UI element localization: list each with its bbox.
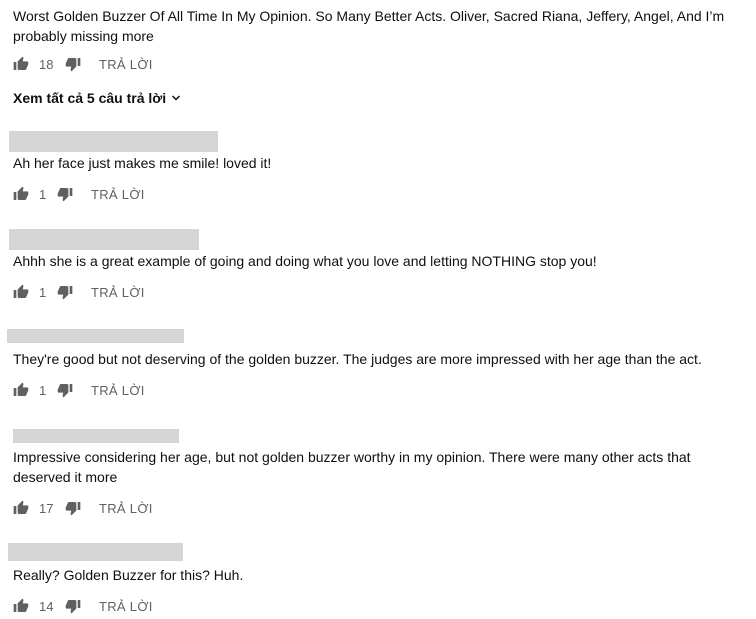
thumb-up-icon[interactable] bbox=[13, 598, 29, 614]
thumb-down-icon[interactable] bbox=[57, 382, 73, 398]
like-count: 1 bbox=[39, 382, 47, 398]
thumb-up-icon[interactable] bbox=[13, 500, 29, 516]
like-count: 1 bbox=[39, 284, 47, 300]
thumb-up-icon[interactable] bbox=[13, 186, 29, 202]
like-count: 17 bbox=[39, 500, 54, 516]
chevron-down-icon bbox=[170, 92, 182, 104]
thumb-up-icon[interactable] bbox=[13, 56, 29, 72]
comment-actions: 18 TRẢ LỜI bbox=[13, 54, 153, 74]
reply-button[interactable]: TRẢ LỜI bbox=[91, 285, 145, 300]
comment-actions: 17 TRẢ LỜI bbox=[13, 498, 153, 518]
view-replies-button[interactable]: Xem tất cả 5 câu trả lời bbox=[13, 88, 182, 108]
comment-actions: 1 TRẢ LỜI bbox=[13, 380, 145, 400]
thumb-down-icon[interactable] bbox=[65, 56, 81, 72]
reply-button[interactable]: TRẢ LỜI bbox=[91, 187, 145, 202]
thumb-up-icon[interactable] bbox=[13, 382, 29, 398]
reply-button[interactable]: TRẢ LỜI bbox=[91, 383, 145, 398]
reply-button[interactable]: TRẢ LỜI bbox=[99, 599, 153, 614]
comment-text: Really? Golden Buzzer for this? Huh. bbox=[13, 567, 244, 583]
reply-button[interactable]: TRẢ LỜI bbox=[99, 57, 153, 72]
thumb-down-icon[interactable] bbox=[57, 284, 73, 300]
redacted-author-name bbox=[13, 429, 179, 443]
like-count: 1 bbox=[39, 186, 47, 202]
view-replies-label: Xem tất cả 5 câu trả lời bbox=[13, 90, 167, 106]
redacted-author-name bbox=[8, 543, 183, 561]
redacted-author-name bbox=[9, 131, 218, 152]
thumb-down-icon[interactable] bbox=[65, 500, 81, 516]
comment-text: Impressive considering her age, but not … bbox=[13, 449, 691, 485]
redacted-author-name bbox=[9, 229, 199, 250]
comment-actions: 14 TRẢ LỜI bbox=[13, 596, 153, 616]
like-count: 18 bbox=[39, 56, 54, 72]
thumb-up-icon[interactable] bbox=[13, 284, 29, 300]
comment-actions: 1 TRẢ LỜI bbox=[13, 282, 145, 302]
thumb-down-icon[interactable] bbox=[65, 598, 81, 614]
comment-text: Ahhh she is a great example of going and… bbox=[13, 253, 597, 269]
comment-text: Ah her face just makes me smile! loved i… bbox=[13, 155, 272, 171]
comment-actions: 1 TRẢ LỜI bbox=[13, 184, 145, 204]
comment-text: They're good but not deserving of the go… bbox=[13, 351, 702, 367]
reply-button[interactable]: TRẢ LỜI bbox=[99, 501, 153, 516]
thumb-down-icon[interactable] bbox=[57, 186, 73, 202]
redacted-author-name bbox=[7, 329, 184, 343]
like-count: 14 bbox=[39, 598, 54, 614]
comment-text: Worst Golden Buzzer Of All Time In My Op… bbox=[13, 8, 725, 44]
